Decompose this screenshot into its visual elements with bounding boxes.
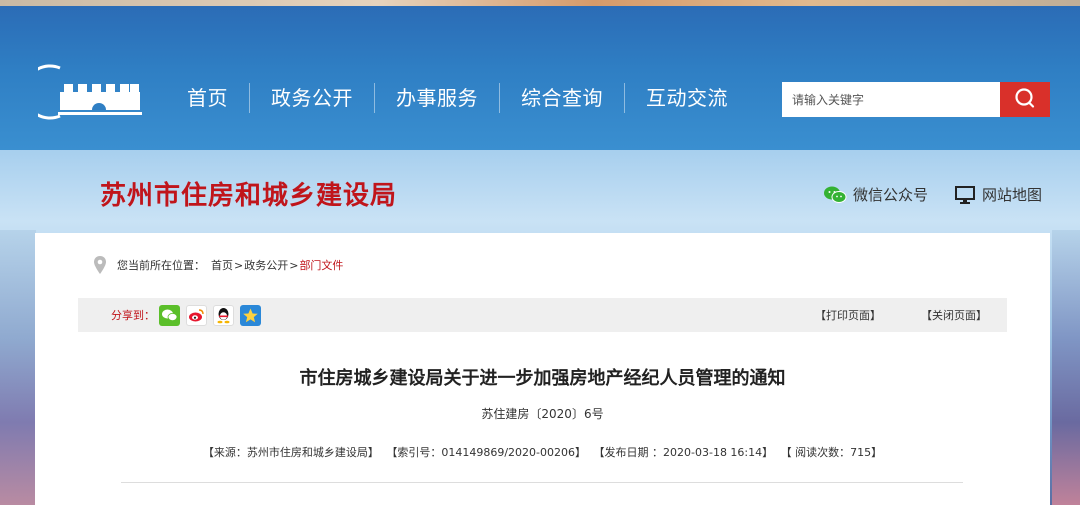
city-skyline-left <box>0 230 36 505</box>
document-number: 苏住建房〔2020〕6号 <box>481 407 604 421</box>
main-nav: 首页 政务公开 办事服务 综合查询 互动交流 <box>166 78 749 118</box>
site-name: 苏州市住房和城乡建设局 <box>100 181 398 211</box>
breadcrumb: 您当前所在位置： 首页 > 政务公开 > 部门文件 <box>93 255 343 275</box>
wechat-link-label: 微信公众号 <box>852 186 928 204</box>
document-source: 【来源：苏州市住房和城乡建设局】 <box>202 446 379 459</box>
site-logo[interactable] <box>22 62 144 122</box>
share-toolbar: 分享到： 【打印页面】 【关闭页面】 <box>78 298 1007 332</box>
location-pin-icon <box>93 255 107 275</box>
wechat-icon <box>823 185 847 205</box>
search-icon <box>1014 87 1036 113</box>
nav-item-home[interactable]: 首页 <box>166 78 249 118</box>
utility-links: 微信公众号 网站地图 <box>823 184 1042 205</box>
qzone-share-icon[interactable] <box>240 304 261 326</box>
print-page-button[interactable]: 【打印页面】 <box>815 307 881 323</box>
document-title: 市住房城乡建设局关于进一步加强房地产经纪人员管理的通知 <box>299 368 786 389</box>
breadcrumb-home-link[interactable]: 首页 <box>211 257 233 273</box>
header: 首页 政务公开 办事服务 综合查询 互动交流 <box>0 6 1080 150</box>
content-panel: 您当前所在位置： 首页 > 政务公开 > 部门文件 分享到： 【打印页面】 【关… <box>35 233 1050 505</box>
close-page-button[interactable]: 【关闭页面】 <box>921 307 987 323</box>
search-input[interactable] <box>782 82 1000 117</box>
nav-item-government-affairs[interactable]: 政务公开 <box>250 78 374 118</box>
breadcrumb-current-link[interactable]: 部门文件 <box>299 257 343 273</box>
nav-item-query[interactable]: 综合查询 <box>500 78 624 118</box>
breadcrumb-separator: > <box>234 258 244 272</box>
search-button[interactable] <box>1000 82 1050 117</box>
document-meta: 【来源：苏州市住房和城乡建设局】 【索引号：014149869/2020-002… <box>35 444 1050 460</box>
share-label: 分享到： <box>111 309 155 322</box>
city-skyline-right <box>1052 230 1080 505</box>
wechat-official-account-link[interactable]: 微信公众号 <box>823 184 928 205</box>
breadcrumb-separator: > <box>289 258 299 272</box>
weibo-share-icon[interactable] <box>186 304 207 326</box>
wechat-share-icon[interactable] <box>159 304 180 326</box>
breadcrumb-prefix: 您当前所在位置： <box>117 259 205 272</box>
document-index: 【索引号：014149869/2020-00206】 <box>386 446 587 459</box>
document-date: 【发布日期 ：2020-03-18 16:14】 <box>593 446 774 459</box>
nav-item-services[interactable]: 办事服务 <box>375 78 499 118</box>
sitemap-link-label: 网站地图 <box>981 186 1042 204</box>
qq-share-icon[interactable] <box>213 304 234 326</box>
sitemap-link[interactable]: 网站地图 <box>954 184 1042 205</box>
content-divider <box>121 482 963 483</box>
nav-item-interaction[interactable]: 互动交流 <box>625 78 749 118</box>
page-actions: 【打印页面】 【关闭页面】 <box>815 307 987 323</box>
document-views: 【 阅读次数：715】 <box>780 446 883 459</box>
breadcrumb-section-link[interactable]: 政务公开 <box>244 257 288 273</box>
search-box <box>782 82 1050 117</box>
monitor-icon <box>954 185 976 205</box>
